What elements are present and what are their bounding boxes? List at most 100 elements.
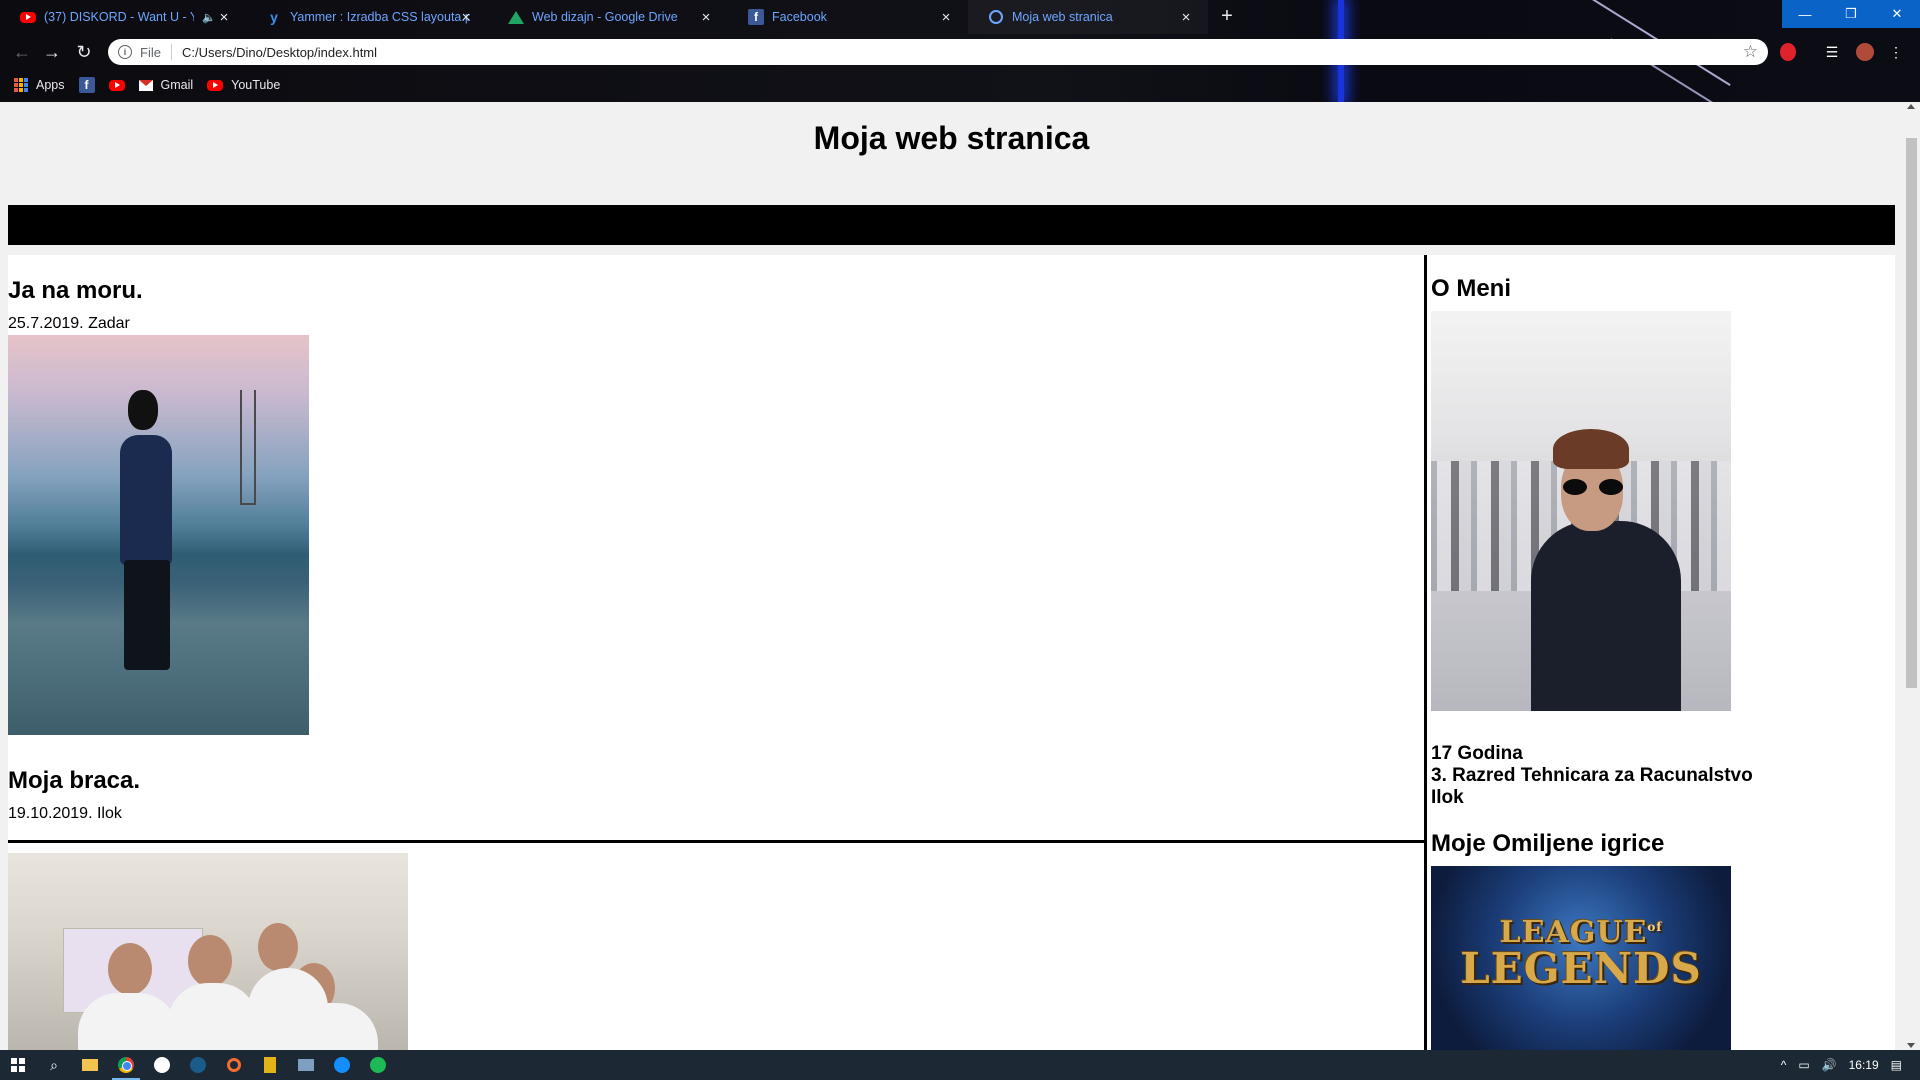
page-viewport: Moja web stranica Ja na moru. 25.7.2019.… bbox=[0, 102, 1920, 1050]
divider bbox=[170, 44, 172, 60]
tab-facebook[interactable]: f Facebook × bbox=[728, 0, 968, 34]
bookmark-label: YouTube bbox=[231, 78, 281, 92]
browser-toolbar: ← → ↻ i File C:/Users/Dino/Desktop/index… bbox=[0, 34, 1920, 70]
tab-title: Facebook bbox=[772, 10, 827, 24]
vertical-scrollbar[interactable] bbox=[1903, 102, 1920, 1050]
bookmarks-bar: Apps f Gmail YouTube bbox=[0, 70, 1920, 100]
url-text[interactable]: C:/Users/Dino/Desktop/index.html bbox=[182, 45, 377, 60]
profile-avatar[interactable] bbox=[1856, 43, 1874, 61]
back-arrow-icon[interactable]: ← bbox=[10, 40, 34, 64]
gmail-icon bbox=[138, 79, 153, 91]
about-age: 17 Godina bbox=[1431, 743, 1523, 764]
close-icon[interactable]: × bbox=[216, 9, 232, 26]
scroll-up-icon[interactable] bbox=[1907, 104, 1915, 109]
facebook-icon: f bbox=[78, 77, 95, 93]
scroll-down-icon[interactable] bbox=[1907, 1043, 1915, 1048]
restore-button[interactable]: ❐ bbox=[1828, 0, 1874, 28]
post-date: 25.7.2019. Zadar bbox=[8, 315, 130, 332]
close-icon[interactable]: × bbox=[698, 9, 714, 26]
menu-kebab-icon[interactable]: ⋮ bbox=[1886, 42, 1906, 62]
speaker-icon[interactable]: 🔈 bbox=[202, 11, 216, 24]
minimize-button[interactable]: — bbox=[1782, 0, 1828, 28]
clock[interactable]: 16:19 bbox=[1849, 1058, 1879, 1072]
post-divider bbox=[8, 840, 1424, 843]
steam-icon[interactable] bbox=[180, 1050, 216, 1080]
start-button[interactable] bbox=[0, 1050, 36, 1080]
chrome-taskbar-icon[interactable] bbox=[108, 1050, 144, 1080]
about-city: Ilok bbox=[1431, 787, 1464, 808]
youtube-icon bbox=[207, 77, 224, 93]
about-school: 3. Razred Tehnicara za Racunalstvo bbox=[1431, 765, 1753, 786]
top-navigation-bar bbox=[8, 205, 1895, 245]
info-icon[interactable]: i bbox=[118, 45, 132, 59]
post-photo-brothers bbox=[8, 853, 408, 1050]
windows-taskbar: ⌕ ^ ▭ 🔊 16:19 ▤ bbox=[0, 1050, 1920, 1080]
profile-photo bbox=[1431, 311, 1731, 711]
post-title: Moja braca. bbox=[8, 767, 141, 794]
page-header: Moja web stranica bbox=[8, 102, 1895, 202]
close-icon[interactable]: × bbox=[1178, 9, 1194, 26]
apps-grid-icon bbox=[14, 78, 28, 92]
spotify-icon[interactable] bbox=[360, 1050, 396, 1080]
close-icon[interactable]: × bbox=[458, 9, 474, 26]
notifications-icon[interactable]: ▤ bbox=[1891, 1058, 1902, 1072]
tab-title: Moja web stranica bbox=[1012, 10, 1113, 24]
address-bar[interactable]: i File C:/Users/Dino/Desktop/index.html … bbox=[108, 39, 1768, 65]
tab-moja-web-stranica[interactable]: Moja web stranica × bbox=[968, 0, 1208, 34]
bookmark-youtube[interactable]: YouTube bbox=[207, 77, 280, 93]
browser-chrome: (37) DISKORD - Want U - You 🔈 × y Yammer… bbox=[0, 0, 1920, 102]
scrollbar-thumb[interactable] bbox=[1906, 138, 1917, 688]
app-taskbar-icon[interactable] bbox=[144, 1050, 180, 1080]
bookmark-gmail[interactable]: Gmail bbox=[138, 78, 194, 92]
tab-title: Web dizajn - Google Drive bbox=[532, 10, 678, 24]
game-logo: LEAGUEof LEGENDS bbox=[1460, 915, 1702, 993]
windows-logo-icon bbox=[11, 1058, 25, 1072]
system-tray: ^ ▭ 🔊 16:19 ▤ bbox=[1781, 1050, 1920, 1080]
star-icon[interactable]: ☆ bbox=[1743, 42, 1758, 62]
game-image-league-of-legends: LEAGUEof LEGENDS bbox=[1431, 866, 1731, 1050]
tab-title: Yammer : Izradba CSS layouta.pp bbox=[290, 10, 470, 24]
sidebar: O Meni 17 Godina 3. Razred Tehnicara za … bbox=[1424, 255, 1895, 1050]
forward-arrow-icon[interactable]: → bbox=[40, 40, 64, 64]
network-icon[interactable]: ▭ bbox=[1798, 1058, 1809, 1072]
url-scheme: File bbox=[140, 44, 161, 60]
youtube-icon bbox=[108, 77, 125, 93]
battlenet-icon[interactable] bbox=[324, 1050, 360, 1080]
tab-google-drive[interactable]: Web dizajn - Google Drive × bbox=[488, 0, 728, 34]
yammer-icon: y bbox=[270, 9, 278, 25]
facebook-icon: f bbox=[748, 9, 764, 25]
page-title: Moja web stranica bbox=[813, 120, 1090, 156]
volume-icon[interactable]: 🔊 bbox=[1822, 1058, 1837, 1072]
tab-yammer[interactable]: y Yammer : Izradba CSS layouta.pp × bbox=[246, 0, 488, 34]
opera-extension-icon[interactable] bbox=[1780, 43, 1796, 61]
close-icon[interactable]: × bbox=[938, 9, 954, 26]
bookmark-label: Gmail bbox=[160, 78, 194, 92]
globe-icon bbox=[988, 9, 1004, 25]
tab-youtube[interactable]: (37) DISKORD - Want U - You 🔈 × bbox=[0, 0, 246, 34]
search-icon[interactable]: ⌕ bbox=[36, 1050, 72, 1080]
post-photo-sea bbox=[8, 335, 309, 735]
bookmark-youtube-icon-only[interactable] bbox=[108, 77, 125, 93]
main-column: Ja na moru. 25.7.2019. Zadar Moja braca.… bbox=[8, 255, 1424, 1050]
about-me-heading: O Meni bbox=[1431, 275, 1512, 302]
google-drive-icon bbox=[508, 9, 524, 25]
new-tab-button[interactable]: + bbox=[1215, 5, 1239, 28]
media-control-icon[interactable]: ☰ bbox=[1822, 42, 1842, 62]
file-explorer-icon[interactable] bbox=[72, 1050, 108, 1080]
reload-icon[interactable]: ↻ bbox=[72, 40, 96, 64]
youtube-icon bbox=[20, 9, 36, 25]
bookmark-facebook[interactable]: f bbox=[78, 77, 95, 93]
close-window-button[interactable]: ✕ bbox=[1874, 0, 1920, 28]
chevron-up-icon[interactable]: ^ bbox=[1781, 1058, 1787, 1072]
bookmark-label: Apps bbox=[36, 78, 65, 92]
window-controls: — ❐ ✕ bbox=[1782, 0, 1920, 28]
monitor-app-icon[interactable] bbox=[288, 1050, 324, 1080]
bookmark-apps[interactable]: Apps bbox=[14, 78, 65, 92]
launcher-icon[interactable] bbox=[252, 1050, 288, 1080]
tab-strip: (37) DISKORD - Want U - You 🔈 × y Yammer… bbox=[0, 0, 1780, 34]
post-title: Ja na moru. bbox=[8, 277, 143, 304]
post-date: 19.10.2019. Ilok bbox=[8, 805, 122, 822]
origin-icon[interactable] bbox=[216, 1050, 252, 1080]
tab-title: (37) DISKORD - Want U - You bbox=[44, 10, 194, 24]
favorite-games-heading: Moje Omiljene igrice bbox=[1431, 830, 1665, 857]
